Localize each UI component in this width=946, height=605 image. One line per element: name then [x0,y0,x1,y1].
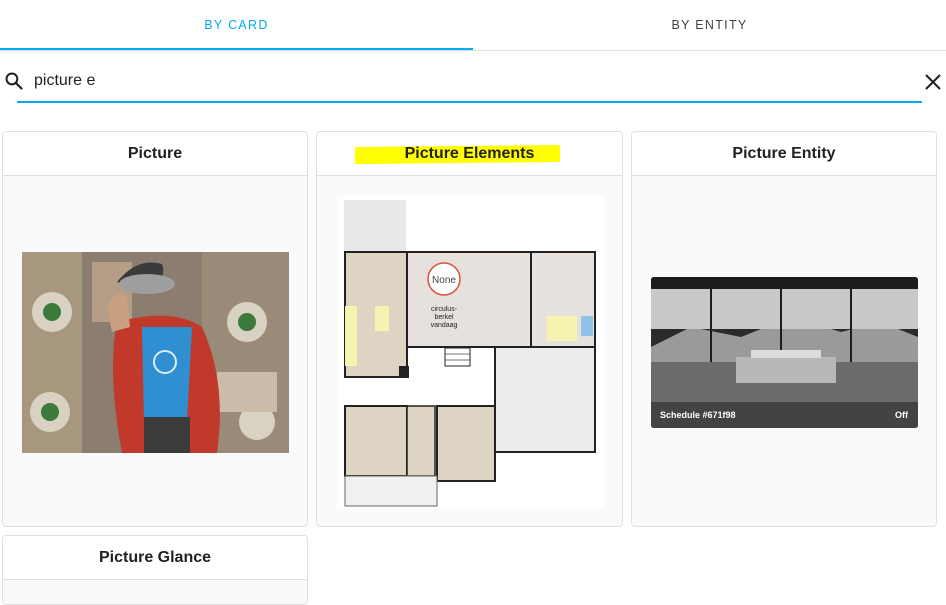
floorplan-label: berkel [434,314,454,321]
floorplan-preview: None circulus- berkel vandaag [337,196,604,509]
search-icon [5,72,23,90]
tab-by-entity[interactable]: BY ENTITY [473,0,946,50]
floorplan-label: circulus- [431,306,458,313]
card-title: Picture Glance [3,536,307,580]
card-picture-elements[interactable]: Picture Elements None circulus- berkel v… [316,131,623,527]
picture-preview [22,252,289,453]
entity-state: Off [895,410,908,420]
floorplan-label: vandaag [431,322,458,329]
entity-name: Schedule #671f98 [660,410,736,420]
tab-bar: BY CARD BY ENTITY [0,0,946,51]
entity-preview: Schedule #671f98 Off [651,277,918,428]
card-picture-entity[interactable]: Picture Entity Schedule #671f98 Off [631,131,937,527]
card-title: Picture [3,132,307,176]
search-underline [17,101,922,103]
state-badge-text: None [432,275,456,286]
search-input[interactable] [34,68,894,94]
tab-by-card[interactable]: BY CARD [0,0,473,50]
card-picture-glance[interactable]: Picture Glance [2,535,308,605]
entity-image [651,277,918,428]
card-title: Picture Entity [632,132,936,176]
close-icon[interactable] [924,73,942,91]
search-bar [0,51,946,103]
card-picture[interactable]: Picture [2,131,308,527]
card-title: Picture Elements [317,132,622,176]
